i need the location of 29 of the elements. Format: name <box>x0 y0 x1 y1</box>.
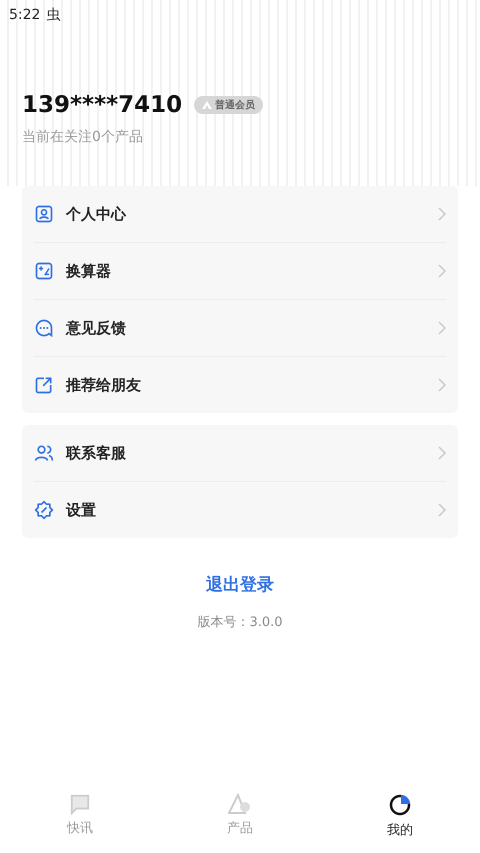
people-icon <box>34 443 54 463</box>
chat-icon <box>34 318 54 338</box>
share-icon <box>34 375 54 395</box>
menu-item[interactable]: 设置 <box>34 481 446 538</box>
phone-number: 139****7410 <box>22 92 182 118</box>
follow-count: 当前在关注0个产品 <box>22 128 144 146</box>
menu-item[interactable]: 意见反馈 <box>34 299 446 356</box>
status-icon: 虫 <box>46 6 60 24</box>
version-text: 版本号：3.0.0 <box>197 614 283 631</box>
menu-item[interactable]: 联系客服 <box>34 425 446 481</box>
settings-icon <box>34 500 54 520</box>
member-badge: 普通会员 <box>194 96 264 114</box>
menu-item[interactable]: 换算器 <box>34 242 446 299</box>
chevron-right-icon <box>438 446 446 460</box>
chevron-right-icon <box>438 503 446 517</box>
status-time: 5:22 <box>9 7 40 23</box>
logout-button[interactable]: 退出登录 <box>200 572 280 597</box>
chevron-right-icon <box>438 207 446 221</box>
chevron-right-icon <box>438 321 446 335</box>
nav-tab[interactable]: 我的 <box>320 787 480 853</box>
user-icon <box>34 204 54 224</box>
menu-item[interactable]: 个人中心 <box>34 186 446 242</box>
chevron-right-icon <box>438 378 446 392</box>
menu-item[interactable]: 推荐给朋友 <box>34 356 446 413</box>
chevron-right-icon <box>438 264 446 278</box>
message-icon <box>69 793 91 815</box>
triangle-icon <box>228 793 252 815</box>
calculator-icon <box>34 261 54 281</box>
pie-chart-icon <box>388 793 412 817</box>
